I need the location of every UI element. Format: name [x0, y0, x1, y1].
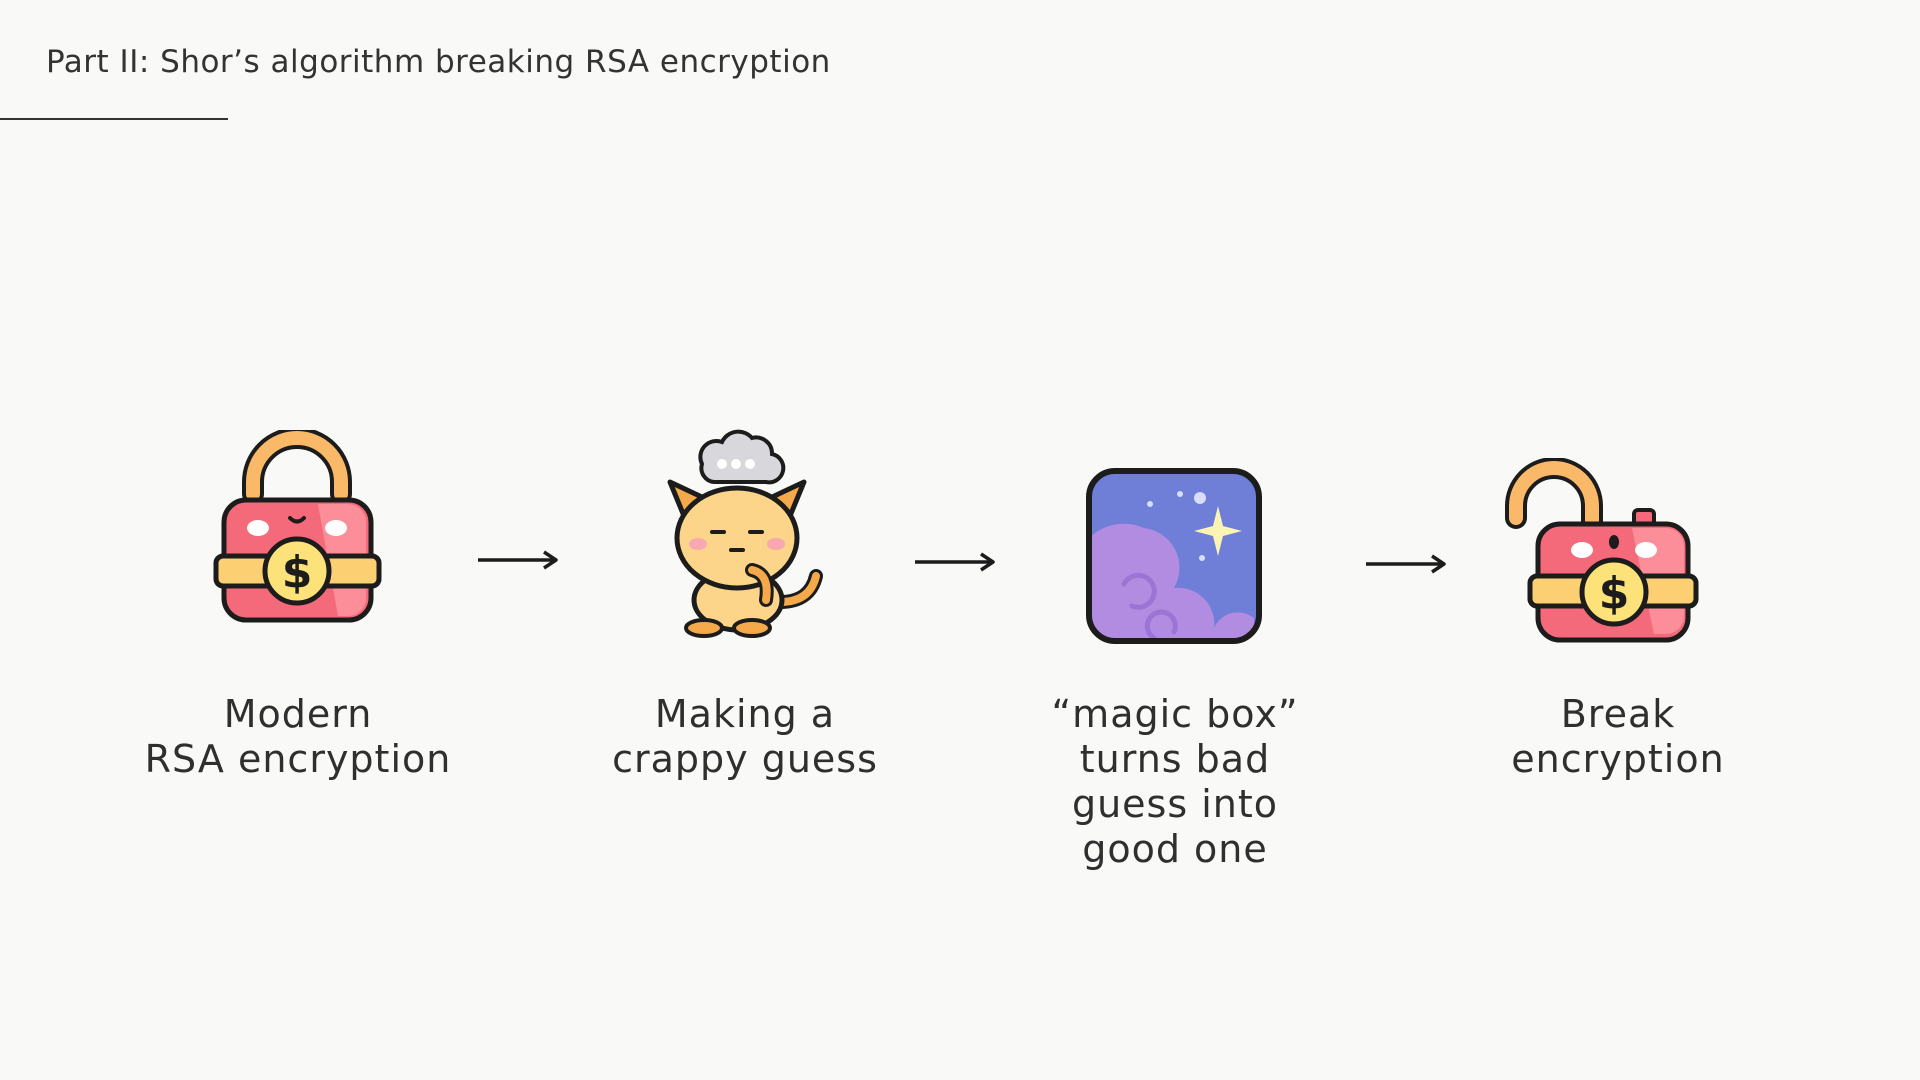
step-label-crappy-guess: Making a crappy guess — [535, 692, 955, 782]
arrow-right-icon — [1366, 554, 1446, 574]
svg-text:$: $ — [282, 547, 313, 598]
slide-title: Part II: Shor’s algorithm breaking RSA e… — [46, 44, 831, 80]
label-line: “magic box” — [1051, 692, 1299, 736]
label-line: turns bad — [1079, 737, 1271, 781]
locked-padlock-icon: $ — [213, 430, 382, 623]
thinking-cat-icon — [667, 429, 823, 638]
label-line: encryption — [1511, 737, 1725, 781]
label-line: crappy guess — [612, 737, 878, 781]
magic-box-icon — [1086, 468, 1262, 644]
label-line: RSA encryption — [144, 737, 452, 781]
unlocked-padlock-icon: $ — [1505, 458, 1699, 643]
step-label-magic-box: “magic box” turns bad guess into good on… — [965, 692, 1385, 872]
label-line: Break — [1560, 692, 1676, 736]
label-line: Making a — [654, 692, 836, 736]
label-line: guess into — [1071, 782, 1279, 826]
arrow-right-icon — [915, 552, 995, 572]
step-label-modern-rsa: Modern RSA encryption — [88, 692, 508, 782]
arrow-right-icon — [478, 550, 558, 570]
title-underline — [0, 118, 228, 120]
svg-text:$: $ — [1599, 568, 1630, 619]
label-line: Modern — [223, 692, 373, 736]
label-line: good one — [1082, 827, 1268, 871]
thought-bubble-icon — [698, 429, 786, 485]
slide: Part II: Shor’s algorithm breaking RSA e… — [0, 0, 1920, 1080]
step-label-break-encryption: Break encryption — [1408, 692, 1828, 782]
